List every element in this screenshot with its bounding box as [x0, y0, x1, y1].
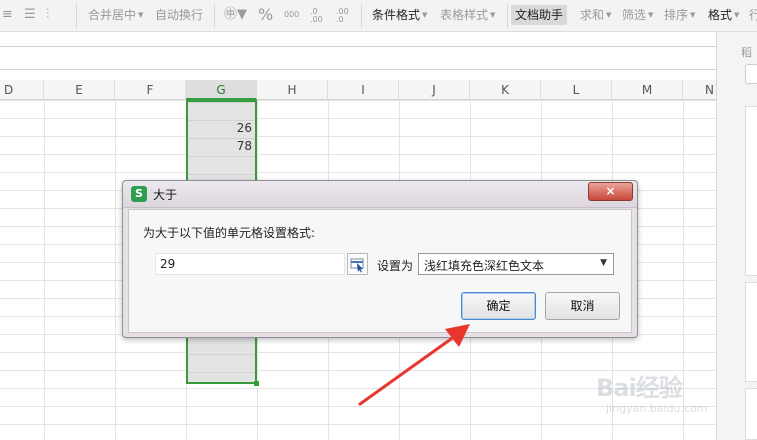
cell-g-value[interactable]: 78 [188, 137, 255, 155]
cell-g-value[interactable]: 26 [188, 119, 255, 137]
column-header-d[interactable]: D [0, 80, 44, 100]
wrap-text-button[interactable]: 自动换行 [155, 6, 203, 24]
ribbon-toolbar: ≡ ☰ ⫶ 合并居中 ▼ 自动换行 ㊥▼ % 000 .0 .00 .00 .0 … [0, 0, 757, 32]
side-pane-panel [745, 106, 757, 276]
column-header-h[interactable]: H [257, 80, 328, 100]
fill-handle[interactable] [254, 381, 259, 386]
range-picker-icon [350, 258, 364, 273]
format-style-value: 浅红填充色深红色文本 [424, 259, 545, 273]
close-button[interactable]: × [588, 182, 633, 201]
column-header-l[interactable]: L [541, 80, 612, 100]
increase-decimal-button[interactable]: .00 .0 [336, 8, 354, 26]
side-pane-panel [745, 282, 757, 382]
sum-button[interactable]: 求和 ▼ [580, 6, 611, 24]
side-pane-button[interactable] [745, 64, 757, 84]
thousands-separator-button[interactable]: 000 [284, 6, 299, 24]
threshold-value-input[interactable] [155, 253, 345, 275]
merge-center-button[interactable]: 合并居中 ▼ [88, 6, 143, 24]
column-header-i[interactable]: I [328, 80, 399, 100]
column-header-f[interactable]: F [115, 80, 186, 100]
currency-icon[interactable]: ㊥▼ [224, 6, 247, 24]
cell-reference-button[interactable] [347, 253, 368, 275]
align-right-icon[interactable]: ☰ [24, 6, 36, 24]
conditional-format-button[interactable]: 条件格式 ▼ [372, 6, 427, 24]
column-header-row: D E F G H I J K L M N [0, 80, 716, 100]
grid-column-line [44, 100, 45, 440]
percent-button[interactable]: % [258, 6, 273, 24]
doc-assistant-button[interactable]: 文档助手 [511, 5, 568, 25]
table-style-button[interactable]: 表格样式 ▼ [440, 6, 495, 24]
dialog-title: 大于 [153, 188, 178, 202]
column-header-g[interactable]: G [186, 80, 257, 100]
decrease-decimal-button[interactable]: .0 .00 [310, 8, 328, 26]
column-header-j[interactable]: J [399, 80, 470, 100]
side-pane-label: 稻 [741, 46, 752, 59]
cancel-button[interactable]: 取消 [545, 292, 620, 320]
sort-button[interactable]: 排序 ▼ [664, 6, 695, 24]
filter-button[interactable]: 筛选 ▼ [622, 6, 653, 24]
ok-button[interactable]: 确定 [461, 292, 536, 320]
column-header-e[interactable]: E [44, 80, 115, 100]
wps-app-icon: S [131, 186, 147, 202]
column-header-m[interactable]: M [612, 80, 683, 100]
formula-bar[interactable] [0, 46, 730, 70]
dialog-prompt: 为大于以下值的单元格设置格式: [143, 226, 316, 240]
set-as-label: 设置为 [377, 259, 414, 273]
watermark-url: jingyan.baidu.com [606, 402, 708, 415]
ribbon-divider [214, 4, 215, 28]
dialog-body: 为大于以下值的单元格设置格式: 设置为 浅红填充色深红色文本 ▼ 确定 取消 [128, 209, 632, 333]
watermark-logo: Bai经验 [596, 374, 683, 402]
close-icon: × [605, 184, 616, 198]
side-pane-panel [745, 388, 757, 440]
dropdown-arrow-icon: ▼ [600, 258, 607, 268]
distribute-icon[interactable]: ⫶ [46, 6, 49, 24]
ribbon-divider [76, 4, 77, 28]
align-center-icon[interactable]: ≡ [2, 6, 13, 24]
column-header-k[interactable]: K [470, 80, 541, 100]
dialog-titlebar[interactable]: S 大于 × [123, 181, 637, 208]
grid-column-line [115, 100, 116, 440]
rows-cols-button[interactable]: 行 [749, 6, 757, 24]
baidu-watermark: Bai经验 jingyan.baidu.com [596, 368, 726, 428]
column-header-n[interactable]: N [683, 80, 716, 100]
ribbon-divider [361, 4, 362, 28]
format-button[interactable]: 格式 ▼ [708, 6, 739, 24]
format-style-select[interactable]: 浅红填充色深红色文本 ▼ [418, 253, 614, 275]
ribbon-divider [507, 4, 508, 28]
greater-than-dialog: S 大于 × 为大于以下值的单元格设置格式: 设置为 浅红填充色深红色文本 ▼ … [122, 180, 638, 338]
